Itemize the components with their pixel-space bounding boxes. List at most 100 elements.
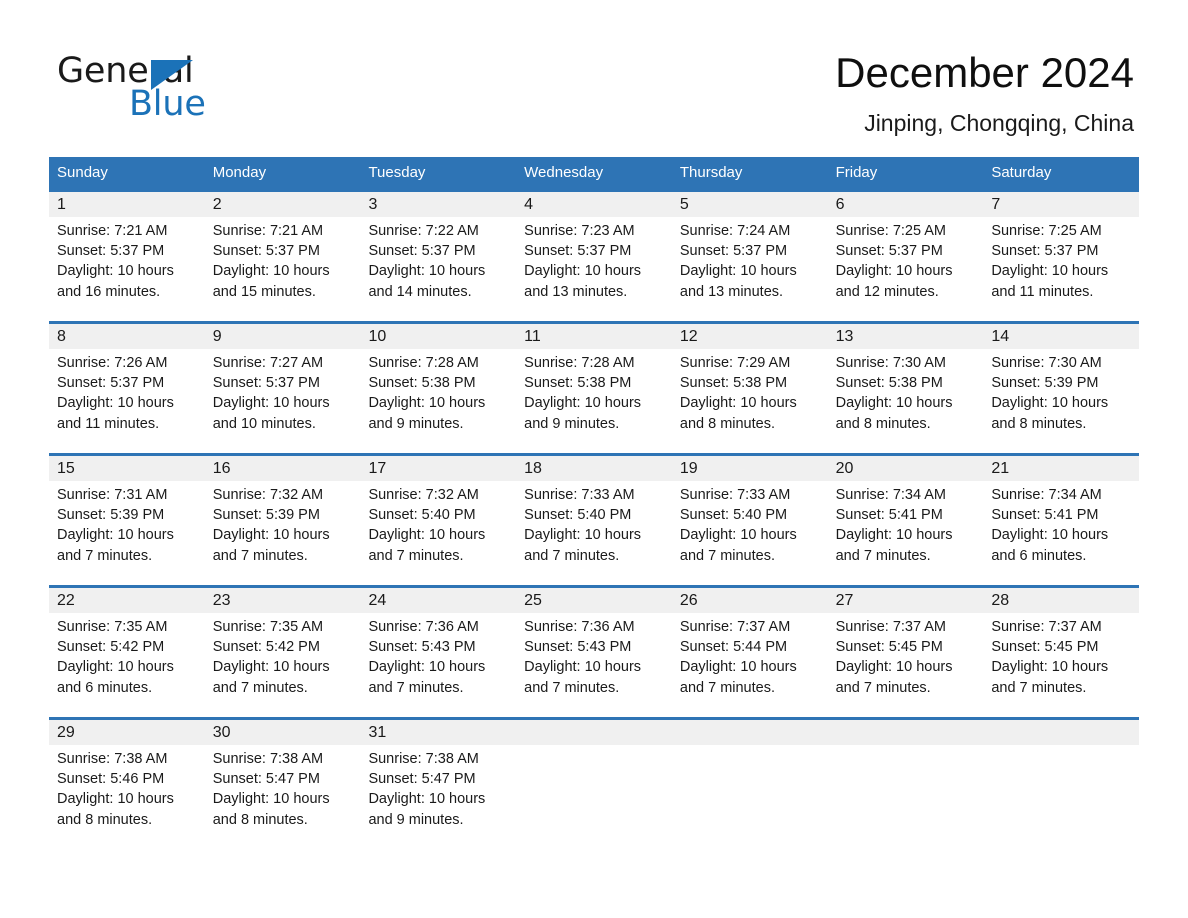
daylight-text-line2: and 11 minutes. [991, 283, 1094, 300]
daylight-text-line2: and 15 minutes. [212, 283, 316, 300]
day-number: 17 [368, 460, 387, 477]
daylight-text-line1: Daylight: 10 hours [524, 263, 642, 280]
day-number: 3 [368, 196, 378, 213]
day-cell[interactable]: 22 Sunrise: 7:35 AM Sunset: 5:42 PM Dayl… [49, 588, 205, 717]
day-cell[interactable]: 29 Sunrise: 7:38 AM Sunset: 5:46 PM Dayl… [49, 720, 205, 849]
day-cell[interactable]: 9 Sunrise: 7:27 AM Sunset: 5:37 PM Dayli… [204, 324, 361, 453]
day-details: Sunrise: 7:29 AM Sunset: 5:38 PM Dayligh… [680, 353, 822, 434]
sunrise-text: Sunrise: 7:23 AM [524, 223, 635, 239]
day-details: Sunrise: 7:25 AM Sunset: 5:37 PM Dayligh… [836, 221, 978, 302]
weekday-header-monday: Monday [212, 164, 267, 181]
daylight-text-line2: and 7 minutes. [368, 679, 464, 696]
daylight-text-line2: and 8 minutes. [679, 415, 775, 432]
day-cell[interactable]: 30 Sunrise: 7:38 AM Sunset: 5:47 PM Dayl… [204, 720, 361, 849]
sunset-text: Sunset: 5:38 PM [679, 375, 788, 392]
day-cell[interactable]: 16 Sunrise: 7:32 AM Sunset: 5:39 PM Dayl… [204, 456, 361, 585]
sunset-text: Sunset: 5:38 PM [835, 375, 943, 392]
day-number: 11 [524, 328, 541, 345]
day-details: Sunrise: 7:37 AM Sunset: 5:44 PM Dayligh… [680, 617, 822, 698]
day-cell[interactable]: 26 Sunrise: 7:37 AM Sunset: 5:44 PM Dayl… [671, 588, 828, 717]
day-cell[interactable]: 27 Sunrise: 7:37 AM Sunset: 5:45 PM Dayl… [827, 588, 984, 717]
day-number: 13 [835, 328, 854, 345]
day-cell[interactable]: 14 Sunrise: 7:30 AM Sunset: 5:39 PM Dayl… [983, 324, 1140, 453]
daylight-text-line2: and 8 minutes. [57, 811, 153, 828]
generalblue-logo[interactable]: General Blue [57, 52, 317, 124]
day-cell[interactable]: 6 Sunrise: 7:25 AM Sunset: 5:37 PM Dayli… [827, 192, 984, 321]
day-cell[interactable]: 31 Sunrise: 7:38 AM Sunset: 5:47 PM Dayl… [360, 720, 517, 849]
day-cell[interactable]: 25 Sunrise: 7:36 AM Sunset: 5:43 PM Dayl… [516, 588, 672, 717]
day-cell[interactable]: 15 Sunrise: 7:31 AM Sunset: 5:39 PM Dayl… [49, 456, 205, 585]
day-cell[interactable]: 8 Sunrise: 7:26 AM Sunset: 5:37 PM Dayli… [49, 324, 205, 453]
day-number: 9 [212, 328, 222, 345]
day-cell[interactable]: 5 Sunrise: 7:24 AM Sunset: 5:37 PM Dayli… [671, 192, 828, 321]
page-subtitle: Jinping, Chongqing, China [864, 110, 1134, 136]
daylight-text-line2: and 7 minutes. [368, 547, 464, 564]
sunrise-text: Sunrise: 7:35 AM [57, 619, 168, 635]
sunset-text: Sunset: 5:41 PM [991, 507, 1099, 524]
day-cell[interactable]: 17 Sunrise: 7:32 AM Sunset: 5:40 PM Dayl… [360, 456, 517, 585]
day-number: 5 [679, 196, 689, 213]
day-details: Sunrise: 7:23 AM Sunset: 5:37 PM Dayligh… [524, 221, 666, 302]
day-cell[interactable]: 12 Sunrise: 7:29 AM Sunset: 5:38 PM Dayl… [671, 324, 828, 453]
sunrise-text: Sunrise: 7:38 AM [368, 751, 479, 767]
sunrise-text: Sunrise: 7:37 AM [679, 619, 791, 635]
day-details: Sunrise: 7:21 AM Sunset: 5:37 PM Dayligh… [57, 221, 199, 302]
day-number: 12 [679, 328, 698, 345]
day-number: 14 [991, 328, 1010, 345]
day-cell[interactable]: 3 Sunrise: 7:22 AM Sunset: 5:37 PM Dayli… [360, 192, 517, 321]
day-number: 1 [57, 196, 66, 213]
day-number: 25 [524, 592, 542, 609]
sunrise-text: Sunrise: 7:30 AM [991, 355, 1102, 371]
day-cell[interactable]: 23 Sunrise: 7:35 AM Sunset: 5:42 PM Dayl… [204, 588, 361, 717]
calendar-week-row: 22 Sunrise: 7:35 AM Sunset: 5:42 PM Dayl… [49, 585, 1140, 717]
sunset-text: Sunset: 5:41 PM [835, 507, 943, 524]
day-cell[interactable]: 1 Sunrise: 7:21 AM Sunset: 5:37 PM Dayli… [49, 192, 205, 321]
sunset-text: Sunset: 5:47 PM [368, 771, 476, 788]
day-details: Sunrise: 7:27 AM Sunset: 5:37 PM Dayligh… [213, 353, 355, 434]
day-cell[interactable]: 19 Sunrise: 7:33 AM Sunset: 5:40 PM Dayl… [671, 456, 828, 585]
day-details: Sunrise: 7:36 AM Sunset: 5:43 PM Dayligh… [524, 617, 666, 698]
day-cell[interactable]: 11 Sunrise: 7:28 AM Sunset: 5:38 PM Dayl… [516, 324, 672, 453]
day-cell[interactable]: 28 Sunrise: 7:37 AM Sunset: 5:45 PM Dayl… [983, 588, 1140, 717]
daylight-text-line1: Daylight: 10 hours [991, 395, 1109, 412]
daylight-text-line1: Daylight: 10 hours [368, 659, 486, 676]
day-details: Sunrise: 7:38 AM Sunset: 5:47 PM Dayligh… [213, 749, 355, 830]
day-cell[interactable]: 20 Sunrise: 7:34 AM Sunset: 5:41 PM Dayl… [827, 456, 984, 585]
day-details: Sunrise: 7:22 AM Sunset: 5:37 PM Dayligh… [368, 221, 510, 302]
day-cell[interactable]: 2 Sunrise: 7:21 AM Sunset: 5:37 PM Dayli… [204, 192, 361, 321]
day-number: 31 [368, 724, 387, 741]
day-cell[interactable]: 10 Sunrise: 7:28 AM Sunset: 5:38 PM Dayl… [360, 324, 517, 453]
sunset-text: Sunset: 5:44 PM [679, 639, 788, 656]
day-number: 19 [679, 460, 698, 477]
sunrise-text: Sunrise: 7:25 AM [991, 223, 1102, 239]
day-cell[interactable]: 7 Sunrise: 7:25 AM Sunset: 5:37 PM Dayli… [983, 192, 1140, 321]
sunset-text: Sunset: 5:38 PM [368, 375, 476, 392]
day-details: Sunrise: 7:35 AM Sunset: 5:42 PM Dayligh… [57, 617, 199, 698]
sunrise-text: Sunrise: 7:37 AM [835, 619, 947, 635]
day-number: 7 [991, 196, 1001, 213]
day-cell[interactable]: 24 Sunrise: 7:36 AM Sunset: 5:43 PM Dayl… [360, 588, 517, 717]
sunset-text: Sunset: 5:37 PM [835, 243, 943, 260]
day-cell[interactable]: 13 Sunrise: 7:30 AM Sunset: 5:38 PM Dayl… [827, 324, 984, 453]
daylight-text-line1: Daylight: 10 hours [679, 659, 797, 676]
sunset-text: Sunset: 5:40 PM [524, 507, 632, 524]
sunset-text: Sunset: 5:43 PM [524, 639, 632, 656]
daylight-text-line1: Daylight: 10 hours [368, 395, 486, 412]
day-details: Sunrise: 7:28 AM Sunset: 5:38 PM Dayligh… [368, 353, 510, 434]
weekday-header-thursday: Thursday [679, 164, 743, 181]
daylight-text-line2: and 14 minutes. [368, 283, 472, 300]
sunrise-text: Sunrise: 7:32 AM [368, 487, 479, 503]
day-cell[interactable]: 21 Sunrise: 7:34 AM Sunset: 5:41 PM Dayl… [983, 456, 1140, 585]
sunset-text: Sunset: 5:37 PM [212, 243, 320, 260]
day-cell[interactable]: 4 Sunrise: 7:23 AM Sunset: 5:37 PM Dayli… [516, 192, 672, 321]
daylight-text-line2: and 7 minutes. [57, 547, 153, 564]
weekday-header-row: Sunday Monday Tuesday Wednesday Thursday… [49, 157, 1139, 189]
daylight-text-line2: and 7 minutes. [212, 547, 308, 564]
day-details: Sunrise: 7:25 AM Sunset: 5:37 PM Dayligh… [991, 221, 1133, 302]
day-number: 29 [57, 724, 75, 741]
day-details: Sunrise: 7:34 AM Sunset: 5:41 PM Dayligh… [836, 485, 978, 566]
sunset-text: Sunset: 5:47 PM [212, 771, 320, 788]
day-cell[interactable]: 18 Sunrise: 7:33 AM Sunset: 5:40 PM Dayl… [516, 456, 672, 585]
day-number-band [204, 192, 361, 217]
sunrise-text: Sunrise: 7:22 AM [368, 223, 479, 239]
